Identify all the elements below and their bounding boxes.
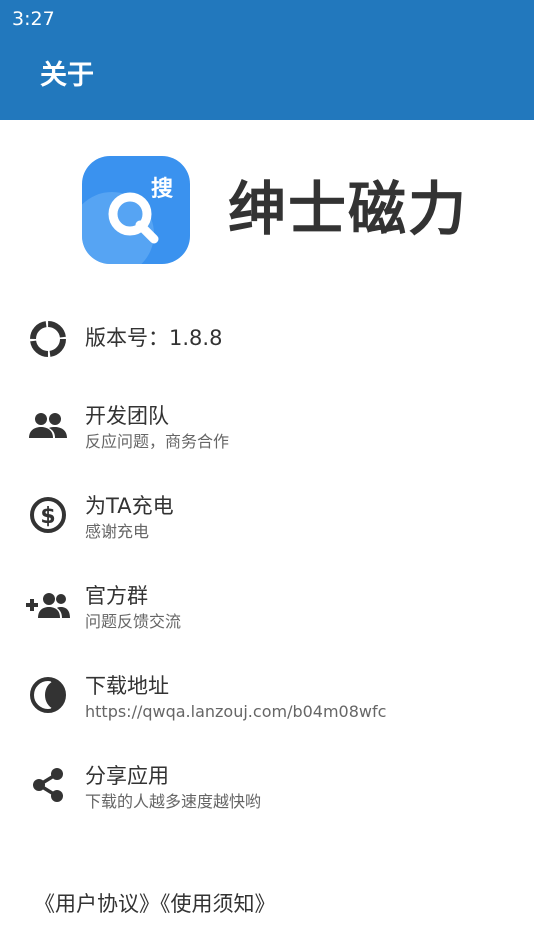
menu-item-subtitle: 反应问题，商务合作 [85,432,230,451]
svg-text:$: $ [40,504,55,529]
menu-item-donate[interactable]: $ 为TA充电 感谢充电 [0,474,534,564]
menu-item-share-app[interactable]: 分享应用 下载的人越多速度越快哟 [0,744,534,834]
menu-item-official-group[interactable]: 官方群 问题反馈交流 [0,564,534,654]
menu-item-version[interactable]: 版本号：1.8.8 [0,294,534,384]
app-bar: 3:27 关于 [0,0,534,120]
menu-item-subtitle: 感谢充电 [85,522,150,541]
menu-item-download-url[interactable]: 下载地址 https://qwqa.lanzouj.com/b04m08wfc [0,654,534,744]
menu-item-title: 分享应用 [85,764,169,788]
status-bar-time: 3:27 [12,8,55,30]
share-icon [25,762,71,808]
logo-badge-text: 搜 [151,177,174,202]
page-title: 关于 [40,60,94,91]
dollar-circle-icon: $ [25,492,71,538]
menu-item-dev-team[interactable]: 开发团队 反应问题，商务合作 [0,384,534,474]
user-agreement-link[interactable]: 《用户协议》 [34,892,160,916]
menu-item-subtitle: 下载的人越多速度越快哟 [85,792,262,811]
menu-item-title: 开发团队 [85,404,169,428]
menu-item-title: 版本号：1.8.8 [85,326,223,350]
menu-item-subtitle: https://qwqa.lanzouj.com/b04m08wfc [85,702,387,721]
contrast-circle-icon [25,672,71,718]
menu-item-title: 下载地址 [85,674,169,698]
app-hero: 搜 绅士磁力 [0,150,534,268]
menu-item-title: 官方群 [85,584,148,608]
menu-item-title: 为TA充电 [85,494,174,518]
group-add-icon [25,582,71,628]
app-name: 绅士磁力 [228,175,469,243]
usage-notice-link[interactable]: 《使用须知》 [160,892,276,916]
menu-item-subtitle: 问题反馈交流 [85,612,182,631]
footer-links: 《用户协议》《使用须知》 [34,889,276,919]
app-logo-icon: 搜 [82,156,190,264]
about-menu: 版本号：1.8.8 开发团队 反应问题，商务合作 $ 为TA充电 感谢充电 官方… [0,294,534,834]
group-icon [25,402,71,448]
version-ring-icon [25,316,71,362]
